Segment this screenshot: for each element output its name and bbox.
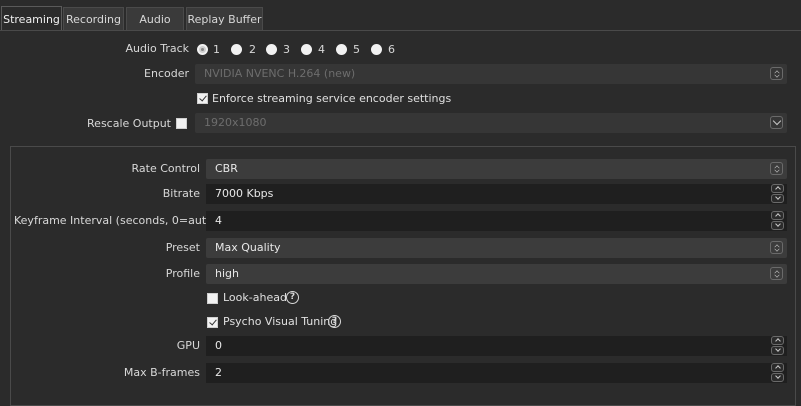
stepper-down-icon[interactable] (771, 373, 784, 382)
audio-track-radio-2[interactable] (231, 44, 242, 55)
rescale-resolution-value: 1920x1080 (204, 116, 267, 129)
stepper-up-icon[interactable] (771, 211, 784, 220)
enforce-encoder-settings-label: Enforce streaming service encoder settin… (212, 92, 452, 105)
audio-track-radio-label: 6 (388, 43, 395, 56)
look-ahead-label: Look-ahead (223, 291, 287, 304)
psycho-visual-tuning-label: Psycho Visual Tuning (223, 315, 338, 328)
keyframe-interval-stepper (771, 211, 785, 231)
gpu-stepper (771, 336, 785, 356)
audio-track-radio-5[interactable] (336, 44, 347, 55)
audio-track-radio-label: 4 (318, 43, 325, 56)
bitrate-label: Bitrate (162, 187, 200, 200)
stepper-down-icon[interactable] (771, 194, 784, 203)
rescale-output-checkbox[interactable] (176, 118, 187, 129)
rate-control-select[interactable]: CBR (206, 159, 787, 179)
help-icon[interactable]: ? (286, 291, 299, 304)
encoder-select[interactable]: NVIDIA NVENC H.264 (new) (195, 64, 787, 84)
rate-control-value: CBR (215, 162, 238, 175)
max-b-frames-input[interactable]: 2 (206, 363, 787, 383)
encoder-label: Encoder (144, 67, 189, 80)
profile-label: Profile (165, 267, 200, 280)
enforce-encoder-settings-checkbox[interactable] (197, 93, 208, 104)
help-icon[interactable]: ? (328, 315, 341, 328)
encoder-value: NVIDIA NVENC H.264 (new) (204, 67, 356, 80)
preset-label: Preset (165, 241, 200, 254)
audio-track-radio-label: 3 (283, 43, 290, 56)
max-b-frames-label: Max B-frames (123, 366, 200, 379)
tab-recording[interactable]: Recording (63, 7, 124, 30)
up-down-arrows-icon (770, 67, 783, 80)
stepper-up-icon[interactable] (771, 336, 784, 345)
keyframe-interval-label: Keyframe Interval (seconds, 0=auto) (14, 214, 218, 227)
bitrate-input[interactable]: 7000 Kbps (206, 184, 787, 204)
bitrate-stepper (771, 184, 785, 204)
audio-track-radio-label: 1 (213, 43, 220, 56)
tab-audio[interactable]: Audio (126, 7, 184, 30)
stepper-down-icon[interactable] (771, 346, 784, 355)
look-ahead-checkbox[interactable] (207, 293, 218, 304)
audio-track-radio-4[interactable] (301, 44, 312, 55)
tab-streaming[interactable]: Streaming (1, 6, 62, 31)
bitrate-value: 7000 Kbps (215, 187, 274, 200)
up-down-arrows-icon (770, 267, 783, 280)
gpu-label: GPU (176, 339, 200, 352)
psycho-visual-tuning-checkbox[interactable] (207, 317, 218, 328)
audio-track-radio-1[interactable] (197, 44, 208, 55)
up-down-arrows-icon (770, 241, 783, 254)
profile-value: high (215, 267, 239, 280)
rescale-resolution-select[interactable]: 1920x1080 (195, 113, 787, 133)
chevron-down-icon (770, 116, 783, 129)
tab-replay-buffer[interactable]: Replay Buffer (186, 7, 263, 30)
gpu-input[interactable]: 0 (206, 336, 787, 356)
preset-select[interactable]: Max Quality (206, 238, 787, 258)
max-b-frames-stepper (771, 363, 785, 383)
up-down-arrows-icon (770, 162, 783, 175)
profile-select[interactable]: high (206, 264, 787, 284)
audio-track-radio-label: 2 (249, 43, 256, 56)
preset-value: Max Quality (215, 241, 281, 254)
audio-track-radio-label: 5 (353, 43, 360, 56)
stepper-up-icon[interactable] (771, 363, 784, 372)
rate-control-label: Rate Control (131, 162, 200, 175)
stepper-down-icon[interactable] (771, 221, 784, 230)
audio-track-radio-6[interactable] (371, 44, 382, 55)
keyframe-interval-value: 4 (215, 214, 222, 227)
audio-track-radio-3[interactable] (266, 44, 277, 55)
stepper-up-icon[interactable] (771, 184, 784, 193)
audio-track-label: Audio Track (125, 42, 189, 55)
max-b-frames-value: 2 (215, 366, 222, 379)
tab-divider (0, 30, 801, 31)
gpu-value: 0 (215, 339, 222, 352)
settings-tabbar: Streaming Recording Audio Replay Buffer (0, 0, 801, 31)
keyframe-interval-input[interactable]: 4 (206, 211, 787, 231)
rescale-output-label: Rescale Output (87, 117, 171, 130)
